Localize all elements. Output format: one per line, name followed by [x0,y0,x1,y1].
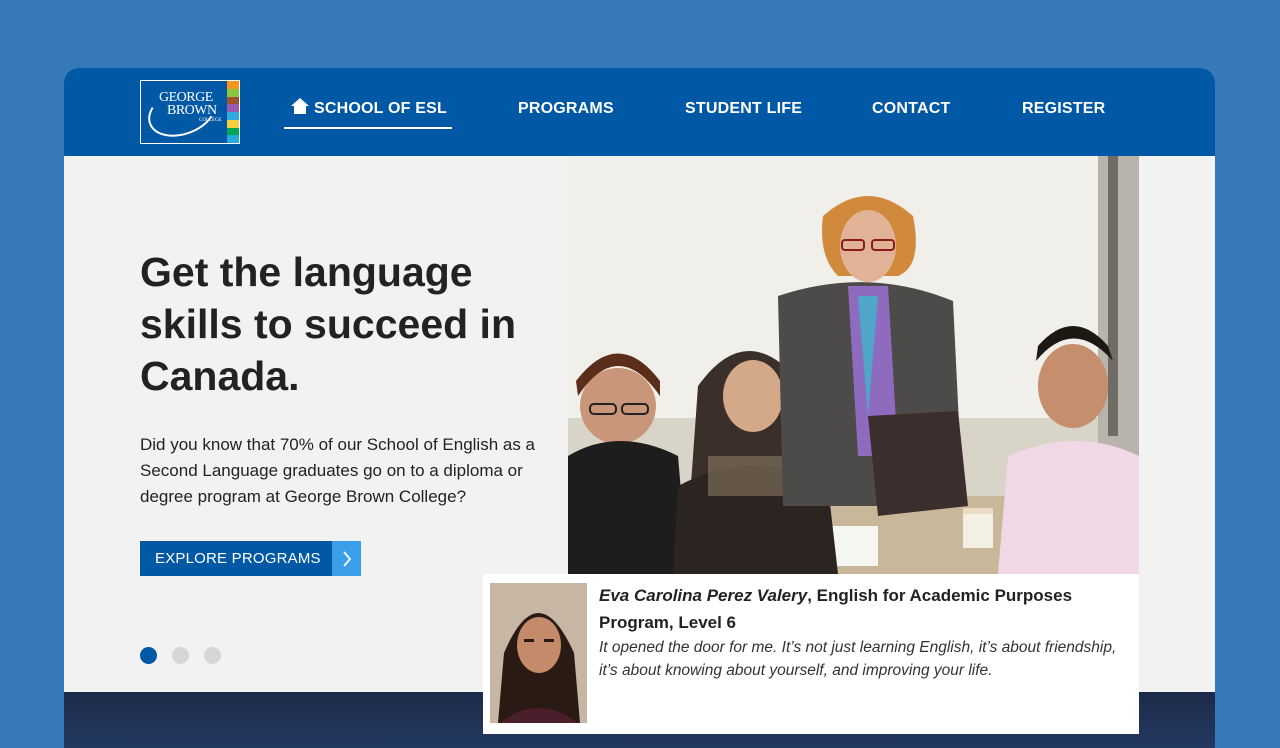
nav-item-label: SCHOOL OF ESL [314,100,447,117]
testimonial-author-name: Eva Carolina Perez Valery [599,586,808,605]
carousel-dot-3[interactable] [204,647,221,664]
hero-description: Did you know that 70% of our School of E… [140,435,536,506]
page-frame: GEORGE BROWN COLLEGE SCHOOL OF ESL PROGR… [64,68,1215,748]
logo-color-bar [227,81,239,143]
testimonial-quote: It opened the door for me. It’s not just… [599,639,1117,679]
carousel-dot-1[interactable] [140,647,157,664]
chevron-right-icon [332,541,361,576]
logo-text-line2: BROWN [167,103,217,118]
hero-photo [568,156,1139,574]
top-navigation: GEORGE BROWN COLLEGE SCHOOL OF ESL PROGR… [64,68,1215,156]
carousel-dot-2[interactable] [172,647,189,664]
nav-active-indicator [284,127,452,129]
home-icon [291,98,309,114]
nav-item-programs[interactable]: PROGRAMS [518,98,614,126]
logo-text-line3: COLLEGE [199,118,222,123]
testimonial-avatar [490,583,587,723]
hero-title: Get the language skills to succeed in Ca… [140,249,516,399]
testimonial-card: Eva Carolina Perez Valery, English for A… [483,574,1139,734]
nav-item-student-life[interactable]: STUDENT LIFE [685,98,802,126]
explore-programs-button[interactable]: EXPLORE PROGRAMS [140,541,361,576]
george-brown-logo[interactable]: GEORGE BROWN COLLEGE [140,78,240,146]
nav-item-register[interactable]: REGISTER [1022,98,1105,126]
explore-programs-label: EXPLORE PROGRAMS [155,550,321,567]
nav-item-contact[interactable]: CONTACT [872,98,950,126]
carousel-indicators [140,647,221,664]
testimonial-author: Eva Carolina Perez Valery, English for A… [599,582,1129,636]
nav-item-school-of-esl[interactable]: SCHOOL OF ESL [291,98,447,126]
